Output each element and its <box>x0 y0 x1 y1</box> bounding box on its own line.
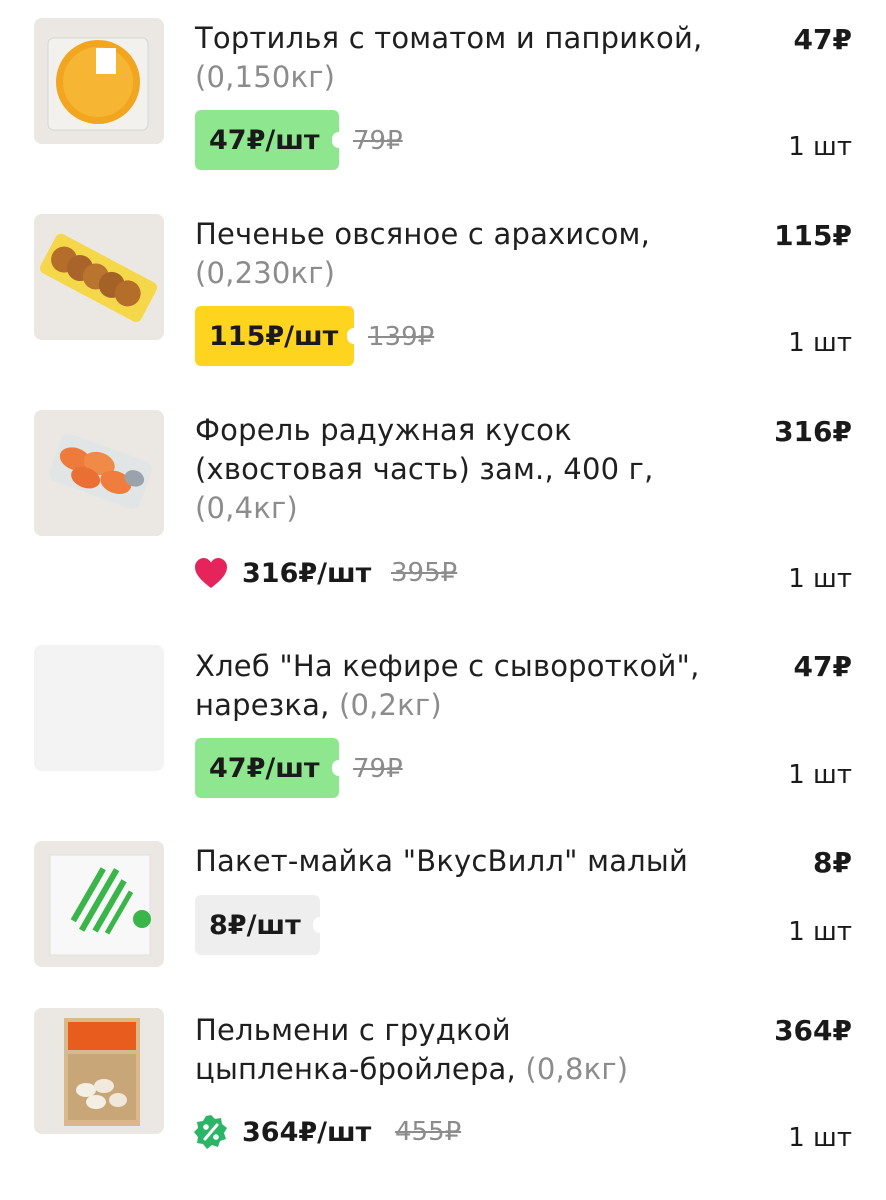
discount-percent-icon <box>194 1115 227 1149</box>
item-weight: (0,230кг) <box>195 256 336 290</box>
old-price: 455₽ <box>395 1117 462 1147</box>
item-name: Печенье овсяное с арахисом, <box>195 217 651 251</box>
item-name-line1: Хлеб "На кефире с сывороткой", <box>195 649 700 683</box>
item-weight: (0,4кг) <box>195 491 298 525</box>
unit-price: 47₽/шт <box>209 752 320 784</box>
badge-notch <box>332 760 346 776</box>
item-name: Тортилья с томатом и паприкой, <box>195 21 703 55</box>
cookies-image[interactable] <box>34 214 164 340</box>
heart-icon <box>195 558 227 588</box>
unit-price: 316₽/шт <box>242 558 372 589</box>
price-badge: 47₽/шт <box>195 738 346 798</box>
item-quantity[interactable]: 1 шт <box>788 917 852 947</box>
old-price: 395₽ <box>391 558 458 588</box>
item-quantity[interactable]: 1 шт <box>788 564 852 594</box>
badge-notch <box>332 132 346 148</box>
price-badge: 115₽/шт <box>195 306 361 366</box>
item-name-line2: цыпленка-бройлера, <box>195 1052 516 1086</box>
item-quantity[interactable]: 1 шт <box>788 132 852 162</box>
item-weight: (0,150кг) <box>195 60 336 94</box>
badge-notch <box>313 917 327 933</box>
tortilla-image[interactable] <box>34 18 164 144</box>
old-price: 79₽ <box>353 754 403 784</box>
item-total: 115₽ <box>774 219 852 252</box>
item-name: Пакет-майка "ВкусВилл" малый <box>195 844 689 878</box>
unit-price: 47₽/шт <box>209 124 320 156</box>
unit-price: 115₽/шт <box>209 320 339 352</box>
item-name-line1: Пельмени с грудкой <box>195 1013 511 1047</box>
price-badge: 47₽/шт <box>195 110 346 170</box>
item-weight: (0,2кг) <box>338 688 442 722</box>
item-total: 8₽ <box>813 846 852 879</box>
badge-notch <box>347 328 361 344</box>
trout-image[interactable] <box>34 410 164 536</box>
item-total: 47₽ <box>793 23 852 56</box>
old-price: 79₽ <box>353 126 403 156</box>
item-quantity[interactable]: 1 шт <box>788 760 852 790</box>
unit-price: 364₽/шт <box>242 1117 372 1148</box>
bag-image[interactable] <box>34 841 164 967</box>
item-name-line2: нарезка, <box>195 688 330 722</box>
item-total: 316₽ <box>774 415 852 448</box>
item-name-line2: (хвостовая часть) зам., 400 г, <box>195 452 654 486</box>
price-badge: 8₽/шт <box>195 895 327 955</box>
item-name-line1: Форель радужная кусок <box>195 413 572 447</box>
dumplings-image[interactable] <box>34 1008 164 1134</box>
item-weight: (0,8кг) <box>525 1052 629 1086</box>
bread-image-placeholder[interactable] <box>34 645 164 771</box>
unit-price: 8₽/шт <box>209 909 301 941</box>
item-quantity[interactable]: 1 шт <box>788 328 852 358</box>
item-quantity[interactable]: 1 шт <box>788 1123 852 1153</box>
item-total: 364₽ <box>774 1014 852 1047</box>
old-price: 139₽ <box>368 322 435 352</box>
item-total: 47₽ <box>793 650 852 683</box>
